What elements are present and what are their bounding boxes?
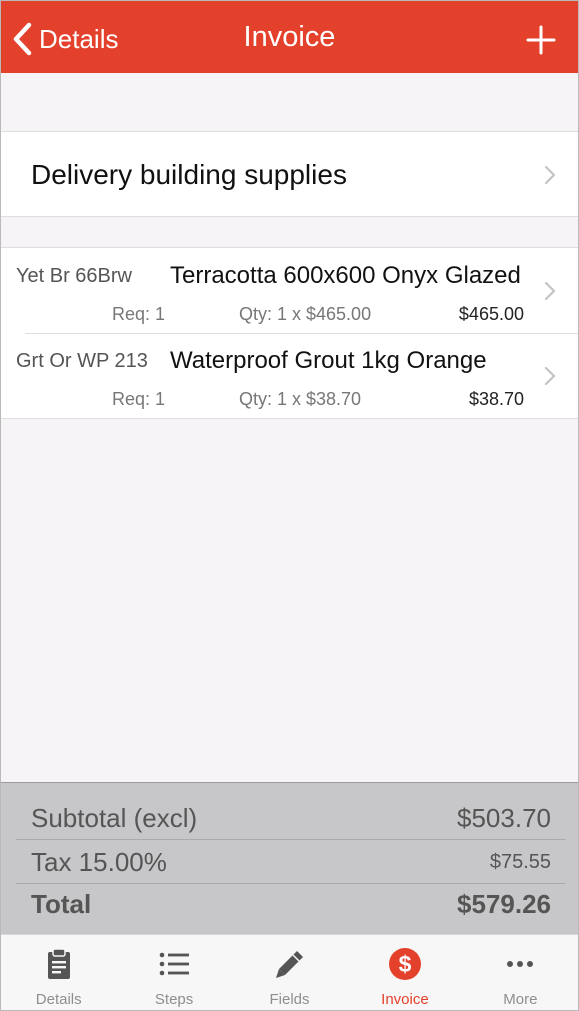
- pencil-icon: [275, 951, 303, 978]
- item-name: Waterproof Grout 1kg Orange: [170, 347, 487, 374]
- line-items-list: Yet Br 66Brw Terracotta 600x600 Onyx Gla…: [1, 247, 578, 419]
- invoice-description: Delivery building supplies: [31, 159, 347, 190]
- tab-more[interactable]: More: [463, 935, 578, 1010]
- tab-label: Steps: [154, 991, 194, 1008]
- tab-label: More: [503, 991, 538, 1008]
- item-total: $38.70: [468, 389, 524, 409]
- item-code: Grt Or WP 213: [16, 350, 148, 372]
- tab-invoice[interactable]: $ Invoice: [347, 935, 462, 1010]
- total-label: Total: [31, 889, 92, 919]
- back-button-label: Details: [39, 23, 119, 54]
- tab-bar: Details Steps Fields $ Invoice More: [1, 934, 578, 1010]
- subtotal-value: $503.70: [457, 803, 551, 833]
- subtotal-label: Subtotal (excl): [31, 803, 198, 833]
- total-value: $579.26: [457, 889, 551, 919]
- chevron-right-icon: [544, 366, 556, 386]
- chevron-right-icon: [544, 165, 556, 185]
- dollar-icon: $: [388, 948, 421, 980]
- tab-label: Details: [35, 991, 82, 1008]
- item-required: Req: 1: [112, 304, 166, 324]
- tab-label: Fields: [269, 991, 310, 1008]
- back-button[interactable]: Details: [11, 21, 118, 57]
- chevron-left-icon: [13, 22, 32, 56]
- tab-label: Invoice: [381, 991, 429, 1008]
- tax-value: $75.55: [489, 851, 551, 873]
- tab-details[interactable]: Details: [1, 935, 116, 1010]
- add-icon[interactable]: [526, 25, 556, 55]
- item-total: $465.00: [458, 304, 524, 324]
- item-quantity: Qty: 1 x $465.00: [239, 304, 372, 324]
- line-item[interactable]: Yet Br 66Brw Terracotta 600x600 Onyx Gla…: [1, 248, 578, 333]
- invoice-description-row[interactable]: Delivery building supplies: [1, 131, 578, 217]
- tab-fields[interactable]: Fields: [232, 935, 347, 1010]
- item-quantity: Qty: 1 x $38.70: [239, 389, 362, 409]
- item-code: Yet Br 66Brw: [16, 265, 132, 287]
- tax-label: Tax 15.00%: [31, 847, 167, 877]
- line-item[interactable]: Grt Or WP 213 Waterproof Grout 1kg Orang…: [1, 333, 578, 418]
- navigation-bar: Details Invoice: [1, 1, 578, 73]
- chevron-right-icon: [544, 281, 556, 301]
- item-required: Req: 1: [112, 389, 166, 409]
- more-icon: [507, 961, 534, 967]
- subtotal-row: Subtotal (excl) $503.70: [16, 795, 566, 840]
- tab-steps[interactable]: Steps: [116, 935, 231, 1010]
- tax-row: Tax 15.00% $75.55: [16, 839, 566, 884]
- app-screen: Details Invoice Delivery building suppli…: [0, 0, 579, 1011]
- clipboard-icon: [47, 948, 70, 979]
- item-name: Terracotta 600x600 Onyx Glazed: [170, 262, 521, 289]
- total-row: Total $579.26: [16, 883, 566, 927]
- list-icon: [159, 952, 190, 976]
- svg-text:$: $: [399, 951, 412, 977]
- totals-panel: Subtotal (excl) $503.70 Tax 15.00% $75.5…: [1, 782, 578, 935]
